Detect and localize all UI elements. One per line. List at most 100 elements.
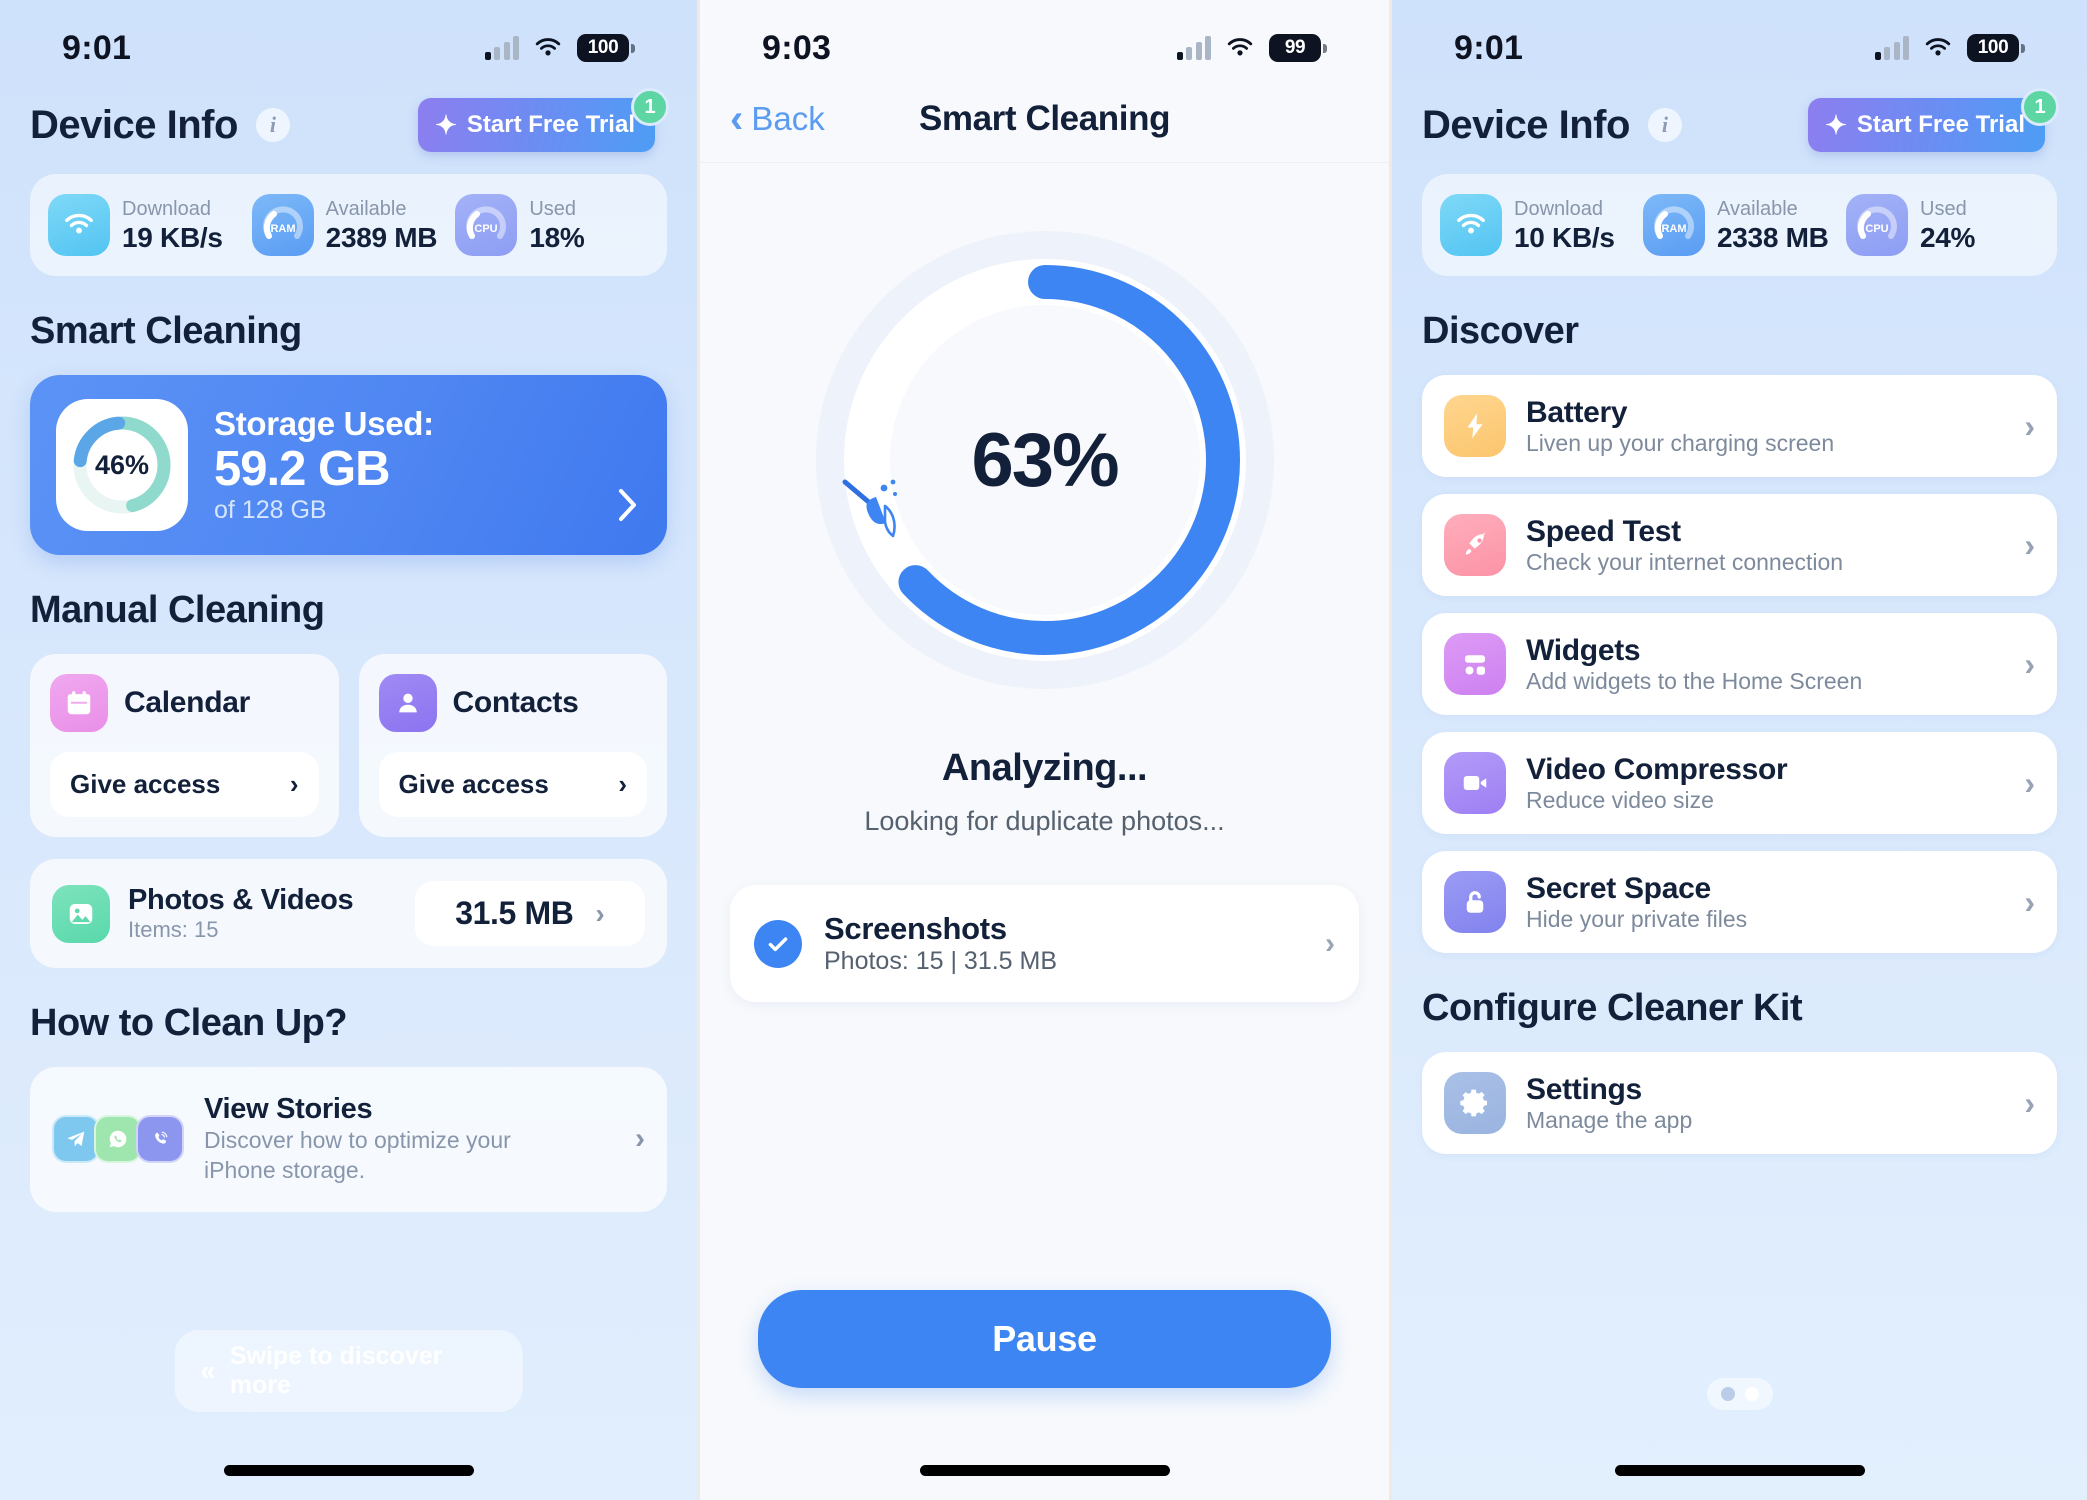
wifi-icon — [1225, 37, 1255, 59]
page-dot-2[interactable] — [1744, 1387, 1759, 1401]
battery-level: 99 — [1269, 34, 1321, 62]
battery-nub — [2021, 43, 2025, 53]
scan-status-title: Analyzing... — [941, 747, 1148, 789]
stat-text: Used 24% — [1920, 197, 1975, 254]
storage-text: Storage Used: 59.2 GB of 128 GB — [214, 405, 434, 526]
wifi-icon — [48, 194, 110, 256]
discover-item-video-compressor[interactable]: Video Compressor Reduce video size › — [1422, 732, 2057, 834]
sparkle-icon: ✦ — [1825, 110, 1847, 140]
give-access-button[interactable]: Give access › — [378, 752, 647, 817]
stat-ram: RAM Available 2338 MB — [1643, 194, 1836, 256]
discover-item-text: Speed Test Check your internet connectio… — [1526, 515, 1843, 576]
section-title-how-to-clean: How to Clean Up? — [30, 1002, 348, 1044]
discover-item-secret-space[interactable]: Secret Space Hide your private files › — [1422, 851, 2057, 953]
discover-item-speed-test[interactable]: Speed Test Check your internet connectio… — [1422, 494, 2057, 596]
configure-item-text: Settings Manage the app — [1526, 1073, 1692, 1134]
pause-button[interactable]: Pause — [758, 1290, 1331, 1388]
stat-cpu: CPU Used 18% — [455, 194, 649, 256]
video-camera-icon — [1444, 752, 1506, 814]
result-text: Screenshots Photos: 15 | 31.5 MB — [824, 911, 1057, 976]
chevron-left-icon: ‹ — [730, 97, 744, 141]
stat-value: 2338 MB — [1717, 221, 1829, 253]
stat-text: Available 2389 MB — [326, 197, 438, 254]
chevron-right-icon: › — [2024, 1084, 2035, 1121]
manual-card-contacts[interactable]: Contacts Give access › — [358, 654, 667, 837]
widgets-icon — [1444, 633, 1506, 695]
discover-item-title: Video Compressor — [1526, 752, 1788, 786]
info-icon[interactable]: i — [1647, 108, 1682, 142]
photos-size-pill[interactable]: 31.5 MB › — [415, 881, 645, 946]
trial-label: Start Free Trial — [1856, 111, 2025, 138]
card-head: Calendar — [50, 674, 319, 732]
status-bar: 9:03 99 — [700, 0, 1389, 78]
cpu-gauge-icon: CPU — [1846, 194, 1908, 256]
back-button[interactable]: ‹ Back — [730, 97, 825, 141]
result-title: Screenshots — [824, 911, 1007, 946]
discover-item-subtitle: Check your internet connection — [1526, 548, 1844, 575]
photo-icon — [52, 884, 110, 943]
discover-item-text: Video Compressor Reduce video size — [1526, 752, 1788, 814]
home-indicator — [919, 1465, 1170, 1476]
story-app-icons — [52, 1115, 184, 1164]
discover-item-subtitle: Liven up your charging screen — [1526, 429, 1835, 456]
device-stats-card: Download 19 KB/s RAM Available 2389 MB C… — [30, 174, 667, 276]
stat-value: 19 KB/s — [122, 221, 223, 253]
chevron-right-icon: › — [635, 1122, 645, 1156]
status-icons: 100 — [1874, 34, 2025, 62]
status-icons: 99 — [1176, 34, 1327, 62]
info-icon[interactable]: i — [255, 108, 290, 142]
swipe-to-discover-pill[interactable]: « Swipe to discover more — [174, 1330, 523, 1412]
view-stories-text: View Stories Discover how to optimize yo… — [204, 1093, 514, 1186]
home-indicator — [223, 1465, 474, 1476]
status-bar: 9:01 100 — [1392, 0, 2087, 78]
view-stories-title: View Stories — [204, 1093, 373, 1125]
stat-label: Download — [122, 197, 211, 220]
chevron-right-icon: › — [1325, 926, 1335, 960]
chevron-right-icon: › — [595, 897, 605, 929]
configure-item-settings[interactable]: Settings Manage the app › — [1422, 1052, 2057, 1154]
discover-item-title: Secret Space — [1526, 871, 1711, 905]
svg-text:RAM: RAM — [270, 223, 295, 235]
stat-download: Download 19 KB/s — [48, 194, 242, 256]
discover-item-text: Secret Space Hide your private files — [1526, 872, 1747, 933]
discover-item-subtitle: Hide your private files — [1526, 905, 1748, 932]
give-access-label: Give access — [70, 769, 221, 799]
page-dots[interactable] — [1706, 1378, 1773, 1410]
discover-item-title: Widgets — [1526, 633, 1641, 667]
device-info-header: Device Info i ✦ Start Free Trial 1 — [1392, 78, 2087, 152]
start-free-trial-button[interactable]: ✦ Start Free Trial — [1808, 98, 2045, 152]
device-info-header: Device Info i ✦ Start Free Trial 1 — [0, 78, 697, 152]
chevron-right-icon: › — [618, 769, 627, 799]
start-free-trial-wrapper: ✦ Start Free Trial 1 — [1808, 88, 2059, 152]
section-title-manual-cleaning: Manual Cleaning — [30, 589, 325, 631]
give-access-button[interactable]: Give access › — [50, 752, 319, 817]
start-free-trial-wrapper: ✦ Start Free Trial 1 — [418, 88, 669, 152]
cpu-gauge-icon: CPU — [455, 194, 518, 256]
view-stories-row[interactable]: View Stories Discover how to optimize yo… — [30, 1067, 667, 1212]
storage-used-card[interactable]: 46% Storage Used: 59.2 GB of 128 GB — [30, 375, 667, 555]
ram-gauge-icon: RAM — [1643, 194, 1705, 256]
storage-label: Storage Used: — [214, 404, 434, 442]
discover-item-subtitle: Add widgets to the Home Screen — [1526, 667, 1863, 694]
section-title-smart-cleaning: Smart Cleaning — [30, 310, 302, 352]
wifi-icon — [1440, 194, 1502, 256]
manual-card-title: Calendar — [124, 686, 250, 719]
chevron-right-icon: › — [2024, 407, 2035, 444]
result-row-screenshots[interactable]: Screenshots Photos: 15 | 31.5 MB › — [730, 885, 1359, 1002]
chevron-right-icon: › — [2024, 764, 2035, 801]
photos-videos-row[interactable]: Photos & Videos Items: 15 31.5 MB › — [30, 859, 667, 968]
discover-item-title: Battery — [1526, 395, 1628, 429]
stat-download: Download 10 KB/s — [1440, 194, 1633, 256]
stat-value: 24% — [1920, 221, 1976, 253]
photos-size-value: 31.5 MB — [455, 895, 574, 931]
discover-item-widgets[interactable]: Widgets Add widgets to the Home Screen › — [1422, 613, 2057, 715]
page-dot-1[interactable] — [1720, 1387, 1735, 1401]
photos-videos-title: Photos & Videos — [128, 884, 354, 916]
storage-ring-box: 46% — [56, 399, 188, 531]
discover-item-battery[interactable]: Battery Liven up your charging screen › — [1422, 375, 2057, 477]
double-chevron-left-icon: « — [200, 1355, 216, 1386]
stat-value: 2389 MB — [325, 221, 438, 253]
gear-icon — [1444, 1072, 1506, 1134]
start-free-trial-button[interactable]: ✦ Start Free Trial — [418, 98, 655, 152]
manual-card-calendar[interactable]: Calendar Give access › — [30, 654, 339, 837]
